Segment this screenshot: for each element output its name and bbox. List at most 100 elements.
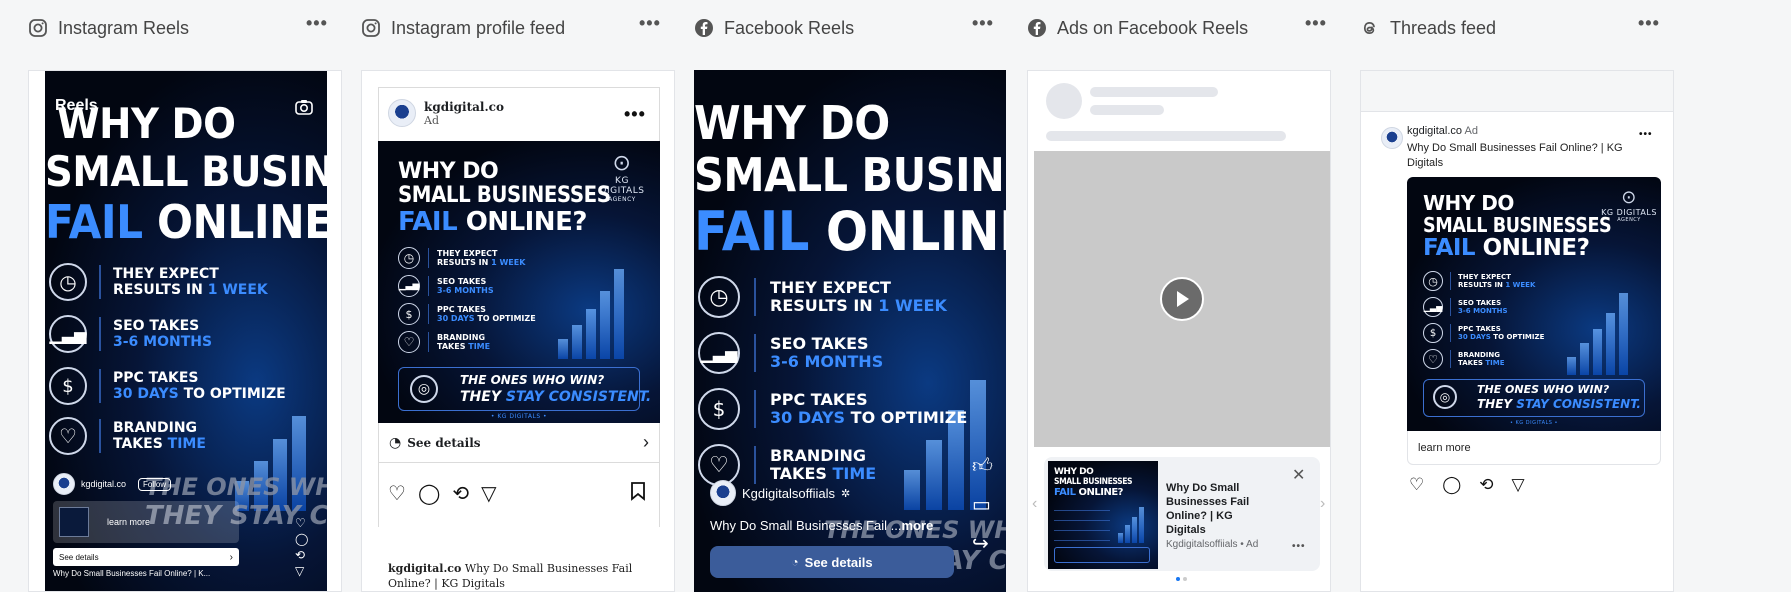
more-options-icon[interactable]: ••• [1639, 129, 1653, 140]
carousel-prev-icon[interactable]: ‹ [1032, 495, 1037, 513]
see-details-button[interactable]: See details › [53, 548, 239, 566]
repost-icon[interactable]: ⟲ [1479, 475, 1493, 495]
more-options-icon[interactable]: ••• [1638, 14, 1660, 32]
bookmark-icon[interactable] [630, 481, 646, 507]
creative-item: ♡ BRANDING TAKES TIME [1423, 349, 1504, 369]
comment-icon[interactable]: ◯ [295, 533, 308, 545]
more-options-icon[interactable]: ••• [624, 105, 646, 123]
share-icon[interactable]: ↪ [972, 531, 993, 556]
send-icon[interactable]: ▽ [481, 481, 496, 506]
account-name[interactable]: Kgdigitalsoffiials [742, 486, 835, 501]
learn-more-button[interactable]: learn more [1407, 431, 1661, 465]
verified-icon: ✲ [840, 487, 851, 500]
messenger-icon: ◔ [389, 434, 402, 451]
column-header: Instagram Reels [28, 16, 189, 40]
creative-item: ▁▃▅ SEO TAKES 3-6 MONTHS [49, 315, 212, 353]
creative-headline-3: FAIL ONLINE? [398, 207, 587, 237]
creative-headline-2: SMALL BUSINESSES [694, 148, 1006, 202]
reels-account-row: Kgdigitalsoffiials ✲ [710, 480, 850, 506]
reels-account-row: kgdigital.co Follow [53, 473, 172, 495]
ad-creative-thumbnail: WHY DO SMALL BUSINESSES FAIL ONLINE? [1048, 461, 1158, 569]
creative-headline-2: SMALL BUSINESSES [398, 183, 611, 208]
creative-item: ◷ THEY EXPECT RESULTS IN 1 WEEK [49, 263, 268, 301]
more-options-icon[interactable]: ••• [972, 14, 994, 32]
more-options-icon[interactable]: ••• [639, 14, 661, 32]
chart-icon: ▁▃▅ [698, 332, 740, 374]
creative-item: ▁▃▅ SEO TAKES 3-6 MONTHS [398, 275, 494, 297]
comment-icon[interactable]: ◯ [418, 481, 440, 506]
column-facebook-reels: Facebook Reels ••• WHY DO SMALL BUSINESS… [666, 0, 1006, 592]
like-icon[interactable]: ♡ [295, 517, 308, 529]
chart-icon: ▁▃▅ [398, 275, 420, 297]
post-caption: Why Do Small Businesses Fail Online? | K… [1407, 142, 1623, 169]
creative-tagline-1: THE ONES WHO WIN? [1477, 383, 1610, 396]
more-link[interactable]: more [901, 518, 933, 533]
learn-more-card[interactable]: learn more [53, 501, 239, 543]
dollar-click-icon: $ [1423, 323, 1443, 343]
play-icon[interactable] [1160, 277, 1204, 321]
dollar-click-icon: $ [398, 303, 420, 325]
heart-icon: ♡ [49, 417, 87, 455]
like-icon[interactable]: ♡ [1409, 475, 1424, 495]
creative-item: $ PPC TAKES 30 DAYS TO OPTIMIZE [49, 367, 286, 405]
send-icon[interactable]: ▽ [1512, 475, 1525, 495]
creative-headline-1: WHY DO [1423, 191, 1514, 215]
column-ads-on-facebook-reels: Ads on Facebook Reels ••• ‹ › WHY DO SMA… [999, 0, 1332, 592]
clock-icon: ◷ [1423, 271, 1443, 291]
reels-actions: 👍︎ ▭ ↪ [972, 454, 993, 556]
more-options-icon[interactable]: ••• [1305, 14, 1327, 32]
see-details-label: ◔ See details [389, 434, 481, 451]
creative-headline-2: SMALL BUSINESSES [1423, 213, 1612, 237]
ad-title[interactable]: Why Do Small Businesses Fail Online? | K… [1166, 481, 1266, 537]
skeleton-line [1090, 87, 1218, 97]
column-instagram-reels: Instagram Reels ••• WHY DO SMALL BUSINES… [0, 0, 342, 592]
repost-icon[interactable]: ⟲ [295, 549, 308, 561]
close-icon[interactable]: ✕ [1292, 465, 1305, 485]
creative-item: ◷ THEY EXPECT RESULTS IN 1 WEEK [1423, 271, 1535, 291]
post-actions: ♡ ◯ ⟲ ▽ [388, 481, 496, 506]
see-details-button[interactable]: ◔ See details [710, 546, 954, 578]
ad-creative: ⊙ KG DIGITALS AGENCY WHY DO SMALL BUSINESS… [378, 141, 660, 423]
column-title: Ads on Facebook Reels [1057, 17, 1249, 38]
carousel-next-icon[interactable]: › [1320, 495, 1325, 513]
creative-item: $ PPC TAKES 30 DAYS TO OPTIMIZE [1423, 323, 1544, 343]
facebook-icon [694, 18, 714, 38]
comment-icon[interactable]: ◯ [1442, 475, 1461, 495]
chart-icon: ▁▃▅ [1423, 297, 1443, 317]
repost-icon[interactable]: ⟲ [452, 481, 469, 506]
avatar [388, 99, 416, 127]
more-options-icon[interactable]: ••• [1292, 541, 1306, 552]
column-title: Instagram Reels [58, 17, 190, 38]
learn-more-link[interactable]: learn more [107, 517, 150, 527]
creative-headline-1: WHY DO [398, 159, 499, 184]
creative-headline-3: FAIL ONLINE? [694, 200, 1006, 263]
like-icon[interactable]: ♡ [388, 481, 406, 506]
clock-icon: ◷ [698, 276, 740, 318]
skeleton-avatar [1046, 83, 1082, 119]
column-header: Instagram profile feed [361, 16, 565, 40]
column-header: Threads feed [1360, 16, 1496, 40]
send-icon[interactable]: ▽ [295, 565, 308, 577]
growth-bars [558, 259, 624, 359]
creative-headline-1: WHY DO [1054, 467, 1094, 477]
like-icon[interactable]: 👍︎ [972, 454, 993, 478]
account-name[interactable]: kgdigital.co [424, 100, 504, 114]
target-icon: ◎ [410, 375, 438, 403]
see-details-button[interactable]: ◔ See details › [378, 423, 660, 463]
creative-item: ♡ BRANDING TAKES TIME [398, 331, 490, 353]
carousel-dots [1176, 577, 1187, 581]
column-instagram-profile-feed: Instagram profile feed ••• kgdigital.co … [333, 0, 675, 592]
avatar [1381, 127, 1403, 149]
creative-headline-1: WHY DO [694, 96, 890, 150]
camera-icon[interactable] [295, 99, 313, 120]
creative-headline-3: FAIL ONLINE? [1054, 487, 1123, 498]
creative-items [1054, 505, 1110, 541]
account-name[interactable]: kgdigital.co [81, 479, 126, 489]
more-options-icon[interactable]: ••• [306, 14, 328, 32]
account-name[interactable]: kgdigital.co [1407, 125, 1462, 137]
ads-reels-preview: ‹ › WHY DO SMALL BUSINESSES FAIL ONLINE?… [1027, 70, 1331, 592]
post-header: kgdigital.co Ad [1407, 125, 1478, 137]
creative-item: ◷ THEY EXPECT RESULTS IN 1 WEEK [398, 247, 525, 269]
follow-button[interactable]: Follow [138, 477, 172, 491]
comment-icon[interactable]: ▭ [972, 492, 993, 517]
